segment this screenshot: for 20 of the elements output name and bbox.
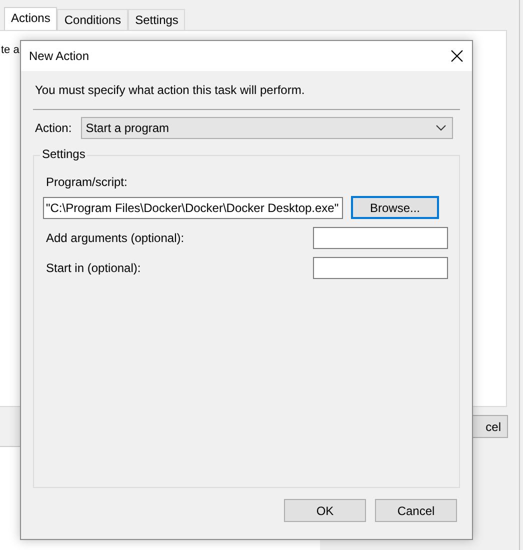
tab[interactable]: Settings — [128, 9, 186, 30]
field-label: Start in (optional): — [46, 261, 141, 275]
tab[interactable]: Conditions — [57, 9, 128, 30]
field-label: Program/script: — [46, 175, 128, 189]
instruction-text: You must specify what action this task will perform. — [34, 82, 306, 99]
field-label: Add arguments (optional): — [46, 231, 184, 245]
ok-button[interactable]: OK — [284, 499, 366, 522]
action-label: Action: — [35, 121, 72, 135]
browse-button[interactable]: Browse... — [351, 196, 439, 219]
close-icon[interactable] — [451, 50, 463, 62]
cancel-button[interactable]: Cancel — [375, 499, 457, 522]
input-field[interactable] — [313, 227, 448, 249]
input-field[interactable] — [313, 257, 448, 279]
action-dropdown[interactable]: Start a program — [80, 117, 453, 139]
caret-icon — [436, 125, 446, 131]
dialog-title: New Action — [29, 49, 90, 63]
program-field[interactable]: "C:\Program Files\Docker\Docker\Docker Desktop.exe" — [43, 196, 343, 218]
group-title: Settings — [40, 147, 88, 161]
panel-text: te a — [1, 44, 20, 56]
tab[interactable]: Actions — [4, 7, 58, 30]
